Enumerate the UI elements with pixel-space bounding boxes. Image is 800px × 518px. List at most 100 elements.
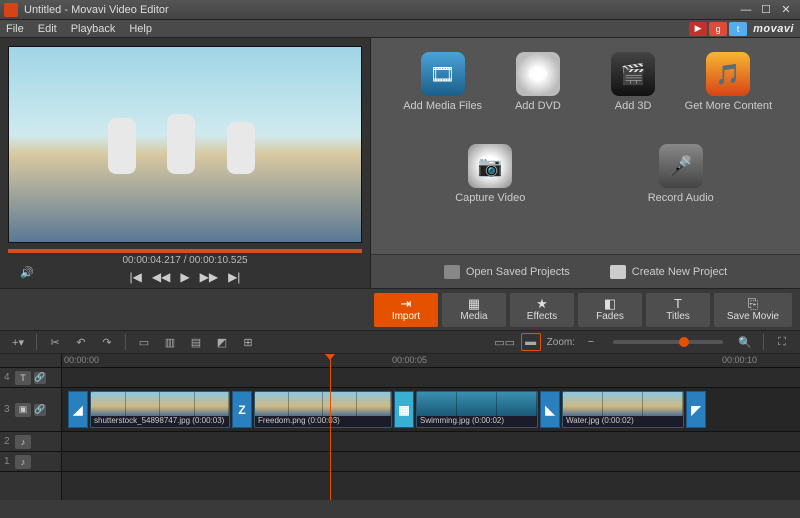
timeline: 4T🔗 3▣🔗 2♪ 1♪ 00:00:00 00:00:05 00:00:10… [0, 354, 800, 500]
step-back-button[interactable]: ◀◀ [152, 270, 170, 284]
preview-pane: 00:00:04.217 / 00:00:10.525 🔊 |◀ ◀◀ ▶ ▶▶… [0, 38, 370, 288]
get-more-button[interactable]: 🎵Get More Content [683, 52, 773, 144]
track-header-1[interactable]: 1♪ [0, 452, 61, 472]
prev-clip-button[interactable]: |◀ [130, 270, 142, 284]
tab-titles[interactable]: TTitles [646, 293, 710, 327]
app-logo-icon [4, 3, 18, 17]
audio-track-icon: ♪ [15, 435, 31, 449]
dvd-icon: DVD [516, 52, 560, 96]
capture-video-button[interactable]: 📷Capture Video [445, 144, 535, 236]
ruler-tick: 00:00:10 [722, 355, 757, 365]
tool-b-button[interactable]: ▥ [160, 333, 180, 351]
video-preview[interactable] [8, 46, 362, 243]
clapper-3d-icon: 🎬 [611, 52, 655, 96]
transition-clip[interactable]: Z [232, 391, 252, 428]
import-icon: ⇥ [401, 297, 412, 310]
clip-2[interactable]: Freedom.png (0:00:03) [254, 391, 392, 428]
film-icon: 🎞 [421, 52, 465, 96]
create-project-button[interactable]: Create New Project [610, 265, 727, 279]
menu-playback[interactable]: Playback [71, 23, 116, 35]
track-3[interactable]: ◢ shutterstock_54898747.jpg (0:00:03) Z … [62, 388, 800, 432]
maximize-button[interactable]: ☐ [756, 3, 776, 17]
window-title: Untitled - Movavi Video Editor [24, 4, 736, 16]
cut-button[interactable]: ✂ [45, 333, 65, 351]
minimize-button[interactable]: — [736, 3, 756, 17]
tab-import[interactable]: ⇥Import [374, 293, 438, 327]
menubar: File Edit Playback Help ▶ g t movavi [0, 20, 800, 38]
volume-icon[interactable]: 🔊 [20, 266, 34, 279]
track-header-4[interactable]: 4T🔗 [0, 368, 61, 388]
track-1[interactable] [62, 452, 800, 472]
tool-c-button[interactable]: ▤ [186, 333, 206, 351]
tool-d-button[interactable]: ◩ [212, 333, 232, 351]
folder-icon [444, 265, 460, 279]
media-icon: ▦ [468, 297, 480, 310]
clip-label: Swimming.jpg (0:00:02) [417, 416, 537, 427]
tool-e-button[interactable]: ⊞ [238, 333, 258, 351]
close-button[interactable]: ✕ [776, 3, 796, 17]
view-b-button[interactable]: ▬ [521, 333, 541, 351]
tab-fades[interactable]: ◧Fades [578, 293, 642, 327]
transition-clip[interactable]: ◤ [686, 391, 706, 428]
zoom-knob[interactable] [679, 337, 689, 347]
track-headers: 4T🔗 3▣🔗 2♪ 1♪ [0, 354, 62, 500]
menu-file[interactable]: File [6, 23, 24, 35]
track-area[interactable]: 00:00:00 00:00:05 00:00:10 ◢ shutterstoc… [62, 354, 800, 500]
menu-edit[interactable]: Edit [38, 23, 57, 35]
next-clip-button[interactable]: ▶| [228, 270, 240, 284]
google-plus-icon[interactable]: g [709, 22, 727, 36]
tool-a-button[interactable]: ▭ [134, 333, 154, 351]
record-audio-button[interactable]: 🎤Record Audio [636, 144, 726, 236]
brand-label: movavi [753, 23, 794, 35]
timecode-display: 00:00:04.217 / 00:00:10.525 [8, 255, 362, 266]
open-projects-button[interactable]: Open Saved Projects [444, 265, 570, 279]
clip-1[interactable]: shutterstock_54898747.jpg (0:00:03) [90, 391, 230, 428]
star-icon: ★ [536, 297, 548, 310]
undo-button[interactable]: ↶ [71, 333, 91, 351]
time-ruler[interactable]: 00:00:00 00:00:05 00:00:10 [62, 354, 800, 368]
link-icon[interactable]: 🔗 [34, 372, 46, 384]
track-4[interactable] [62, 368, 800, 388]
twitter-icon[interactable]: t [729, 22, 747, 36]
new-file-icon [610, 265, 626, 279]
zoom-out-button[interactable]: − [581, 333, 601, 351]
titles-icon: T [674, 297, 682, 310]
content-icon: 🎵 [706, 52, 750, 96]
link-icon[interactable]: 🔗 [34, 404, 46, 416]
fit-button[interactable]: ⛶ [772, 333, 792, 351]
youtube-icon[interactable]: ▶ [689, 22, 707, 36]
add-3d-button[interactable]: 🎬Add 3D [588, 52, 678, 144]
clip-3[interactable]: Swimming.jpg (0:00:02) [416, 391, 538, 428]
step-fwd-button[interactable]: ▶▶ [200, 270, 218, 284]
import-panel: 🎞Add Media Files DVDAdd DVD 🎬Add 3D 🎵Get… [370, 38, 800, 288]
clip-4[interactable]: Water.jpg (0:00:02) [562, 391, 684, 428]
transition-clip[interactable]: ◣ [540, 391, 560, 428]
tab-effects[interactable]: ★Effects [510, 293, 574, 327]
zoom-label: Zoom: [547, 337, 575, 348]
tab-media[interactable]: ▦Media [442, 293, 506, 327]
zoom-in-button[interactable]: 🔍 [735, 333, 755, 351]
mode-tabbar: ⇥Import ▦Media ★Effects ◧Fades TTitles ⎘… [0, 288, 800, 330]
menu-help[interactable]: Help [129, 23, 152, 35]
view-a-button[interactable]: ▭▭ [495, 333, 515, 351]
tab-save-movie[interactable]: ⎘Save Movie [714, 293, 792, 327]
play-button[interactable]: ▶ [180, 270, 189, 284]
add-track-button[interactable]: +▾ [8, 333, 28, 351]
clip-label: shutterstock_54898747.jpg (0:00:03) [91, 416, 229, 427]
clip-label: Water.jpg (0:00:02) [563, 416, 683, 427]
audio-track-icon: ♪ [15, 455, 31, 469]
add-dvd-button[interactable]: DVDAdd DVD [493, 52, 583, 144]
transition-clip[interactable]: ◢ [68, 391, 88, 428]
zoom-slider[interactable] [613, 340, 723, 344]
redo-button[interactable]: ↷ [97, 333, 117, 351]
add-media-button[interactable]: 🎞Add Media Files [398, 52, 488, 144]
title-track-icon: T [15, 371, 31, 385]
ruler-tick: 00:00:00 [64, 355, 99, 365]
track-2[interactable] [62, 432, 800, 452]
track-header-3[interactable]: 3▣🔗 [0, 388, 61, 432]
track-header-2[interactable]: 2♪ [0, 432, 61, 452]
transition-clip[interactable]: ▦ [394, 391, 414, 428]
preview-seekbar[interactable] [8, 249, 362, 253]
playhead[interactable] [330, 354, 331, 500]
clip-label: Freedom.png (0:00:03) [255, 416, 391, 427]
